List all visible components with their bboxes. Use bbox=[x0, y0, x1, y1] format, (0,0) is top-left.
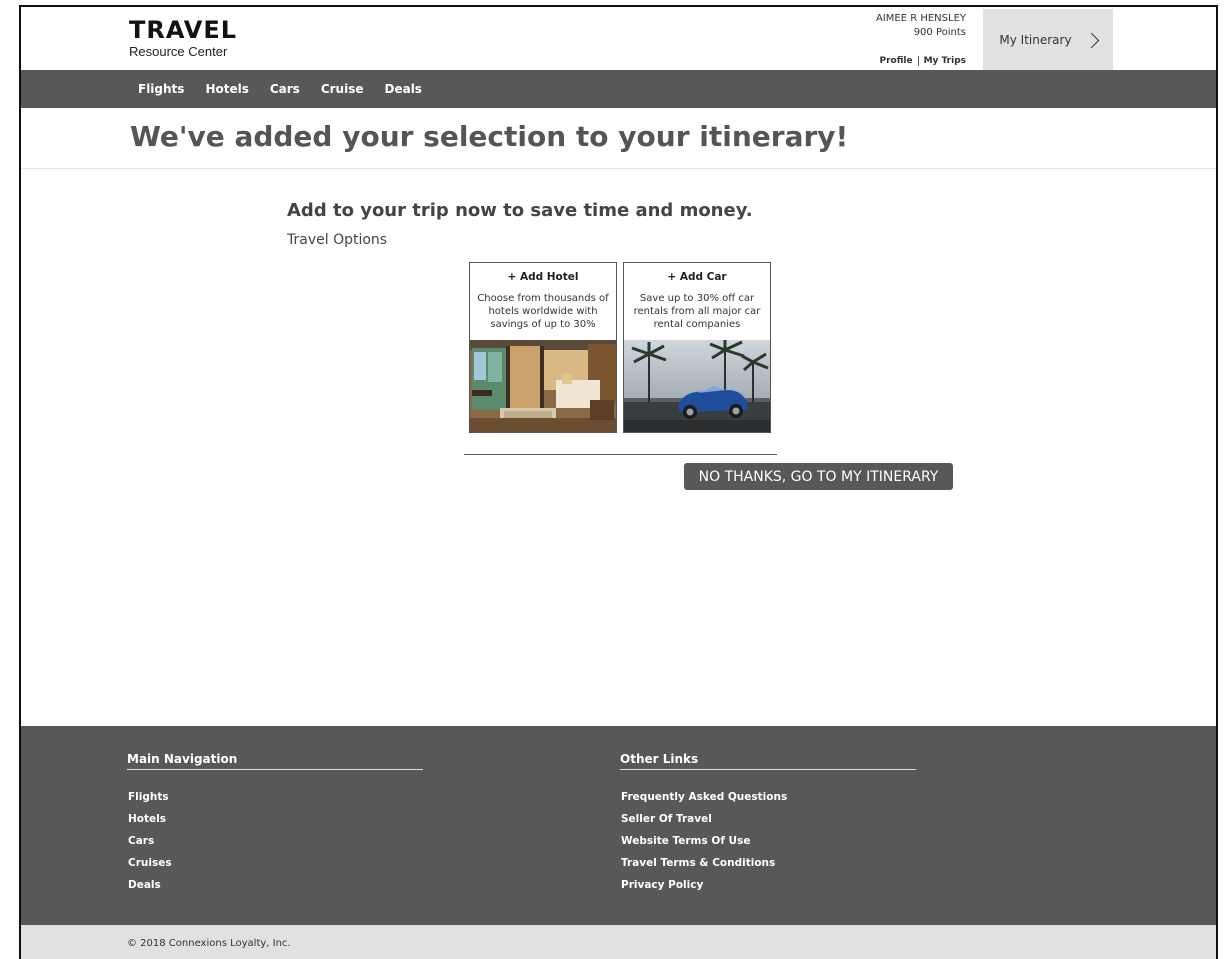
footer-link-seller-of-travel[interactable]: Seller Of Travel bbox=[621, 808, 916, 830]
footer-link-cruises[interactable]: Cruises bbox=[128, 852, 423, 874]
footer-link-deals[interactable]: Deals bbox=[128, 874, 423, 896]
add-car-description: Save up to 30% off car rentals from all … bbox=[633, 293, 761, 330]
nav-item-hotels[interactable]: Hotels bbox=[205, 82, 248, 96]
footer-main-nav-list: Flights Hotels Cars Cruises Deals bbox=[127, 786, 423, 896]
add-car-card[interactable]: + Add Car Save up to 30% off car rentals… bbox=[623, 262, 771, 433]
copyright-bar: © 2018 Connexions Loyalty, Inc. bbox=[21, 925, 1216, 959]
nav-item-flights[interactable]: Flights bbox=[138, 82, 184, 96]
brand-subtitle: Resource Center bbox=[129, 44, 228, 59]
hotel-room-image bbox=[470, 340, 616, 432]
title-band: We've added your selection to your itine… bbox=[21, 108, 1216, 169]
copyright-text: © 2018 Connexions Loyalty, Inc. bbox=[127, 938, 291, 949]
user-points: 900 Points bbox=[913, 27, 966, 38]
footer-link-privacy-policy[interactable]: Privacy Policy bbox=[621, 874, 916, 896]
footer-other-links-heading: Other Links bbox=[620, 752, 916, 770]
travel-options-label: Travel Options bbox=[287, 232, 388, 248]
footer-main-nav-heading: Main Navigation bbox=[127, 752, 423, 770]
footer-link-travel-terms[interactable]: Travel Terms & Conditions bbox=[621, 852, 916, 874]
site-header: TRAVEL Resource Center AIMEE R HENSLEY 9… bbox=[21, 7, 1216, 70]
user-name: AIMEE R HENSLEY bbox=[875, 13, 966, 24]
footer-link-cars[interactable]: Cars bbox=[128, 830, 423, 852]
site-footer: Main Navigation Flights Hotels Cars Crui… bbox=[21, 726, 1216, 925]
my-itinerary-button[interactable]: My Itinerary bbox=[983, 9, 1113, 70]
page-title: We've added your selection to your itine… bbox=[130, 120, 849, 153]
footer-main-navigation: Main Navigation Flights Hotels Cars Crui… bbox=[127, 752, 423, 896]
profile-link[interactable]: Profile bbox=[879, 56, 912, 66]
chevron-right-icon bbox=[1083, 32, 1099, 48]
promo-heading: Add to your trip now to save time and mo… bbox=[287, 200, 753, 221]
my-itinerary-label: My Itinerary bbox=[999, 32, 1072, 47]
main-nav-bar: Flights Hotels Cars Cruise Deals bbox=[21, 70, 1216, 108]
user-info: AIMEE R HENSLEY 900 Points Profile My Tri… bbox=[876, 12, 966, 68]
options-divider bbox=[464, 454, 777, 455]
footer-link-website-terms[interactable]: Website Terms Of Use bbox=[621, 830, 916, 852]
footer-link-faq[interactable]: Frequently Asked Questions bbox=[621, 786, 916, 808]
nav-item-cars[interactable]: Cars bbox=[270, 82, 300, 96]
no-thanks-button[interactable]: NO THANKS, GO TO MY ITINERARY bbox=[684, 463, 953, 490]
add-hotel-title: + Add Hotel bbox=[507, 271, 579, 283]
nav-item-deals[interactable]: Deals bbox=[385, 82, 422, 96]
nav-item-cruise[interactable]: Cruise bbox=[321, 82, 364, 96]
main-nav-list: Flights Hotels Cars Cruise Deals bbox=[138, 82, 443, 96]
add-hotel-card[interactable]: + Add Hotel Choose from thousands of hot… bbox=[469, 262, 617, 433]
footer-link-flights[interactable]: Flights bbox=[128, 786, 423, 808]
footer-other-links: Other Links Frequently Asked Questions S… bbox=[620, 752, 916, 896]
user-links: Profile My Trips bbox=[876, 54, 966, 68]
link-divider bbox=[917, 55, 919, 66]
page-frame: TRAVEL Resource Center AIMEE R HENSLEY 9… bbox=[19, 5, 1218, 959]
brand-logo[interactable]: TRAVEL Resource Center bbox=[129, 17, 237, 59]
car-photo-image bbox=[624, 340, 770, 432]
footer-link-hotels[interactable]: Hotels bbox=[128, 808, 423, 830]
brand-title: TRAVEL bbox=[129, 16, 238, 44]
footer-other-links-list: Frequently Asked Questions Seller Of Tra… bbox=[620, 786, 916, 896]
add-car-title: + Add Car bbox=[667, 271, 727, 283]
add-hotel-description: Choose from thousands of hotels worldwid… bbox=[477, 293, 609, 330]
my-trips-link[interactable]: My Trips bbox=[924, 56, 966, 66]
